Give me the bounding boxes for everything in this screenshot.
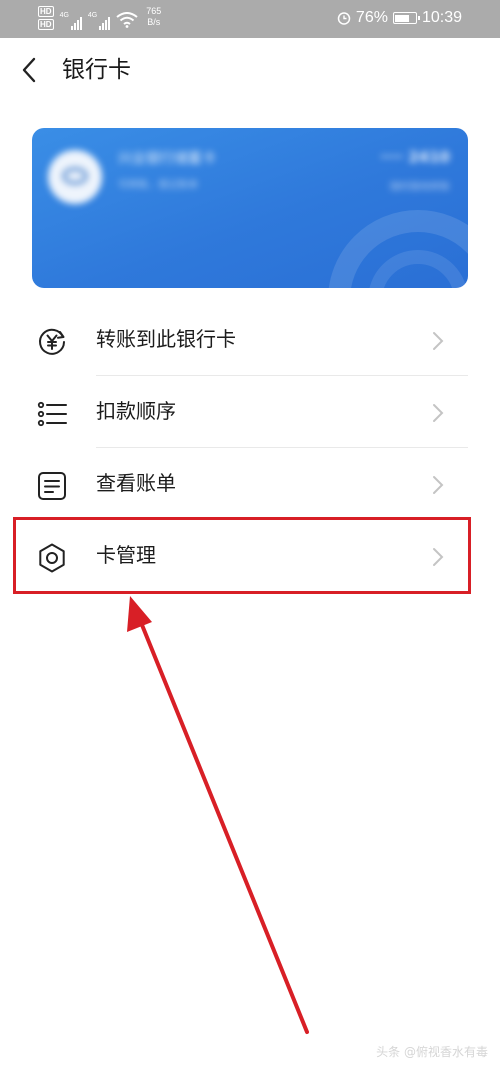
list-icon	[37, 401, 67, 427]
bank-logo-icon	[48, 150, 102, 204]
card-subtitle: 可转账，借记账单	[118, 180, 198, 191]
menu-item-transfer[interactable]: 转账到此银行卡	[0, 304, 500, 376]
yuan-transfer-icon	[39, 328, 65, 355]
signal-icon: 4G	[87, 12, 111, 30]
network-speed: 765 B/s	[146, 6, 162, 27]
menu-item-view-bill[interactable]: 查看账单	[0, 448, 500, 520]
bank-name: 兴业银行储蓄卡	[118, 151, 216, 167]
status-bar: HD HD 4G 4G 765 B/s 76% 10:39	[0, 0, 500, 38]
menu-item-label: 查看账单	[96, 471, 176, 495]
back-arrow-icon[interactable]	[18, 56, 40, 84]
signal-icon: 4G	[60, 12, 82, 30]
card-status: 随时随地转账	[390, 182, 450, 193]
highlight-box	[13, 517, 471, 594]
page-title: 银行卡	[62, 57, 131, 83]
hd-badge: HD	[38, 6, 54, 17]
wifi-icon	[116, 12, 138, 28]
network-type: 4G	[87, 12, 98, 19]
battery-level	[395, 14, 410, 22]
hd-badge: HD	[38, 19, 54, 30]
app-header: 银行卡	[0, 38, 500, 102]
chevron-right-icon	[433, 404, 444, 422]
bill-icon	[38, 472, 66, 500]
alarm-icon	[337, 12, 351, 25]
network-type: 4G	[59, 12, 69, 19]
battery-icon	[392, 12, 420, 24]
chevron-right-icon	[433, 332, 444, 350]
chevron-right-icon	[433, 476, 444, 494]
menu-item-label: 扣款顺序	[96, 399, 176, 423]
clock: 10:39	[421, 9, 462, 26]
menu-item-label: 转账到此银行卡	[96, 327, 236, 351]
bank-card[interactable]: 兴业银行储蓄卡 可转账，借记账单 ···· 2410 随时随地转账	[32, 128, 468, 288]
card-number: ···· 2410	[380, 148, 450, 166]
watermark: 头条 @俯视香水有毒	[376, 1045, 488, 1059]
menu-item-deduction-order[interactable]: 扣款顺序	[0, 376, 500, 448]
card-blurred-content: 兴业银行储蓄卡 可转账，借记账单 ···· 2410 随时随地转账	[32, 128, 468, 288]
battery-percent: 76%	[355, 9, 388, 26]
